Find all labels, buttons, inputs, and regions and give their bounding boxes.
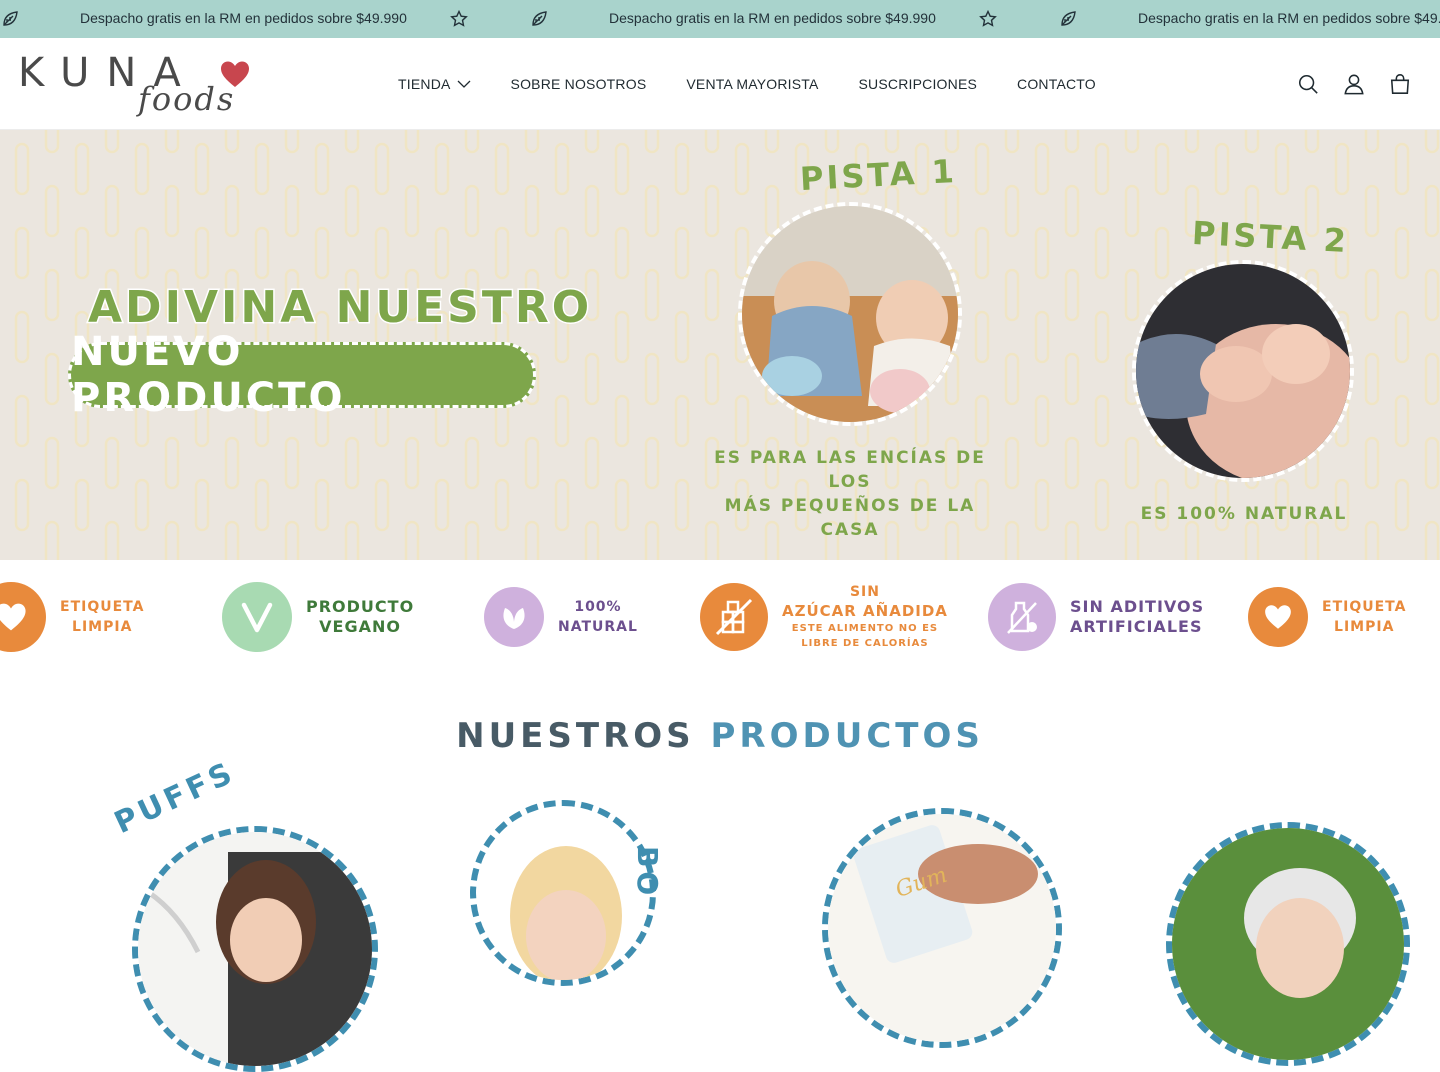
hero-banner[interactable]: ADIVINA NUESTRO NUEVO PRODUCTO PISTA 1 E… [0, 130, 1440, 560]
badge-line1: SIN [849, 584, 880, 600]
nav-item-sobre-nosotros[interactable]: SOBRE NOSOTROS [511, 76, 647, 92]
leaf-icon [1058, 9, 1078, 29]
badges-strip: ETIQUETA LIMPIA PRODUCTO VEGANO 100% NAT… [0, 560, 1440, 674]
product-card-3[interactable]: Gum [822, 808, 1062, 1048]
announcement-text: Despacho gratis en la RM en pedidos sobr… [80, 10, 407, 26]
nav-label: SUSCRIPCIONES [858, 76, 978, 92]
badge-text: SIN ADITIVOS ARTIFICIALES [1070, 597, 1204, 637]
product-label: PUFFS [109, 754, 241, 841]
badge-text: ETIQUETA LIMPIA [60, 597, 144, 637]
search-icon[interactable] [1296, 72, 1320, 96]
site-header: KUNA foods TIENDA SOBRE NOSOTROS VENTA M… [0, 38, 1440, 130]
nav-item-suscripciones[interactable]: SUSCRIPCIONES [859, 76, 978, 92]
badge-text: 100% NATURAL [558, 597, 638, 637]
announcement-text: Despacho gratis en la RM en pedidos sobr… [1138, 10, 1440, 26]
badge-line2: VEGANO [319, 617, 401, 636]
no-sugar-icon [700, 583, 768, 651]
brand-logo[interactable]: KUNA foods [18, 50, 258, 122]
product-card-puffs[interactable] [132, 826, 378, 1072]
badge-text: ETIQUETA LIMPIA [1322, 597, 1406, 637]
clue1-photo [738, 202, 962, 426]
announcement-text: Despacho gratis en la RM en pedidos sobr… [609, 10, 936, 26]
nav-label: CONTACTO [1017, 76, 1096, 92]
product-label: BO [631, 846, 664, 900]
clue1-hint-line2: MÁS PEQUEÑOS DE LA CASA [724, 496, 976, 540]
nav-label: SOBRE NOSOTROS [510, 76, 647, 92]
products-section-title: NUESTROS PRODUCTOS [0, 716, 1440, 756]
badge-line3: ESTE ALIMENTO NO ES [791, 623, 939, 634]
badge-line1: 100% [574, 599, 622, 615]
clue2-photo [1132, 260, 1354, 482]
badge-sin-azucar: SIN AZÚCAR AÑADIDA ESTE ALIMENTO NO ES L… [700, 560, 948, 674]
badge-line2: LIMPIA [72, 619, 133, 635]
nav-item-contacto[interactable]: CONTACTO [1017, 76, 1096, 92]
hero-title-line1: ADIVINA NUESTRO [86, 281, 593, 335]
clue1-hint-line1: ES PARA LAS ENCÍAS DE LOS [714, 448, 986, 492]
badge-line1: PRODUCTO [306, 597, 415, 616]
hero-title-pill: NUEVO PRODUCTO [68, 329, 536, 421]
hero-title-line2: NUEVO PRODUCTO [71, 329, 346, 421]
product-card-2[interactable] [470, 800, 656, 986]
badge-line2: AZÚCAR AÑADIDA [782, 602, 948, 620]
clue2-title: PISTA 2 [1191, 213, 1350, 261]
no-additives-icon [988, 583, 1056, 651]
vegan-v-icon [222, 582, 292, 652]
nav-item-tienda[interactable]: TIENDA [398, 76, 471, 92]
heart-icon [0, 582, 46, 652]
badge-line2: ARTIFICIALES [1070, 617, 1203, 636]
section-title-word2: PRODUCTOS [710, 716, 984, 756]
badge-line1: SIN ADITIVOS [1070, 597, 1205, 616]
badge-text: PRODUCTO VEGANO [306, 597, 414, 637]
leaf-icon [484, 587, 544, 647]
badge-line2: NATURAL [558, 619, 638, 635]
badge-line1: ETIQUETA [1322, 599, 1407, 615]
leaf-icon [529, 9, 549, 29]
cart-icon[interactable] [1388, 72, 1412, 96]
heart-icon [221, 61, 249, 87]
badge-text: SIN AZÚCAR AÑADIDA ESTE ALIMENTO NO ES L… [782, 583, 948, 651]
badge-line1: ETIQUETA [60, 599, 145, 615]
announcement-bar: Despacho gratis en la RM en pedidos sobr… [0, 0, 1440, 38]
badge-line4: LIBRE DE CALORÍAS [801, 638, 929, 649]
clue1-hint: ES PARA LAS ENCÍAS DE LOS MÁS PEQUEÑOS D… [700, 446, 1000, 542]
heart-icon [1248, 587, 1308, 647]
header-actions [1296, 38, 1412, 130]
badge-etiqueta-limpia: ETIQUETA LIMPIA [0, 560, 144, 674]
main-nav: TIENDA SOBRE NOSOTROS VENTA MAYORISTA SU… [398, 38, 1096, 130]
badge-sin-aditivos: SIN ADITIVOS ARTIFICIALES [988, 560, 1204, 674]
nav-item-venta-mayorista[interactable]: VENTA MAYORISTA [686, 76, 818, 92]
product-card-4[interactable] [1166, 822, 1410, 1066]
star-icon [449, 9, 469, 29]
leaf-icon [0, 9, 20, 29]
chevron-down-icon [457, 80, 471, 88]
nav-label: VENTA MAYORISTA [686, 76, 819, 92]
badge-line2: LIMPIA [1334, 619, 1395, 635]
clue2-hint: ES 100% NATURAL [1140, 504, 1348, 524]
badge-etiqueta-limpia: ETIQUETA LIMPIA [1248, 560, 1406, 674]
section-title-word1: NUESTROS [456, 716, 695, 756]
star-icon [978, 9, 998, 29]
account-icon[interactable] [1342, 72, 1366, 96]
badge-producto-vegano: PRODUCTO VEGANO [222, 560, 414, 674]
nav-label: TIENDA [398, 76, 451, 92]
badge-100-natural: 100% NATURAL [484, 560, 638, 674]
